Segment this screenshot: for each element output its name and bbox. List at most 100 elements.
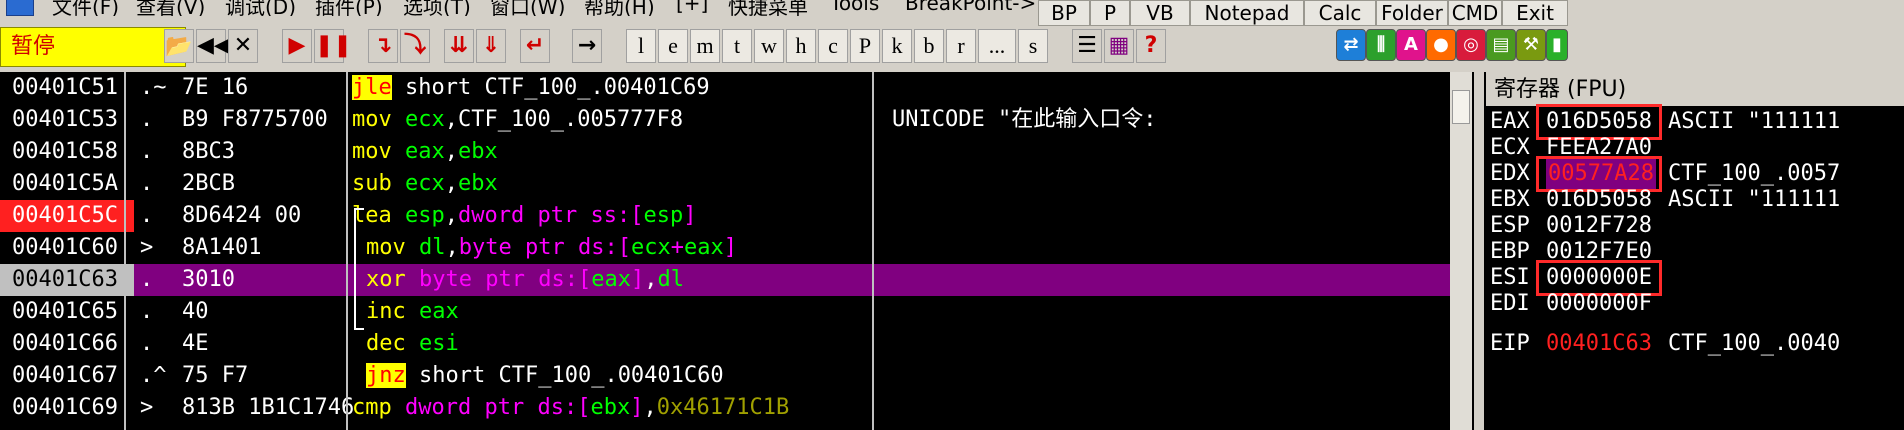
menu-plus[interactable]: [+] xyxy=(676,0,708,15)
menu-shortcut[interactable]: 快捷菜单 xyxy=(728,0,808,16)
p-button[interactable]: P xyxy=(1090,0,1130,26)
list-icon[interactable]: ☰ xyxy=(1072,29,1102,63)
disasm-instruction[interactable]: dec esi xyxy=(366,328,459,360)
disasm-instruction[interactable]: jnz short CTF_100_.00401C60 xyxy=(366,360,724,392)
notepad-button[interactable]: Notepad xyxy=(1190,0,1304,26)
menu-breakpoint[interactable]: BreakPoint-> xyxy=(905,0,1036,15)
disasm-address[interactable]: 00401C63 xyxy=(0,264,134,296)
references-button[interactable]: r xyxy=(946,29,976,63)
disasm-row[interactable]: 00401C66. 4E dec esi xyxy=(0,328,1470,360)
rewind-icon[interactable]: ◀◀ xyxy=(196,29,231,63)
disasm-row[interactable]: 00401C65. 40 inc eax xyxy=(0,296,1470,328)
disasm-instruction[interactable]: jle short CTF_100_.00401C69 xyxy=(352,72,710,104)
disasm-address[interactable]: 00401C51 xyxy=(4,72,152,104)
disasm-row[interactable]: 00401C51 .~ 7E 16 jle short CTF_100_.00401C… xyxy=(0,72,1470,104)
disasm-row[interactable]: 00401C58. 8BC3 mov eax,ebx xyxy=(0,136,1470,168)
chip-icon[interactable]: ▤ xyxy=(1486,29,1516,61)
log-window-button[interactable]: l xyxy=(626,29,656,63)
disasm-address[interactable]: 00401C67 xyxy=(4,360,152,392)
disasm-address[interactable]: 00401C60 xyxy=(4,232,152,264)
disasm-row[interactable]: 00401C5A. 2BCB sub ecx,ebx xyxy=(0,168,1470,200)
disasm-row[interactable]: 00401C5C. 8D6424 00 lea esp,dword ptr ss:[… xyxy=(0,200,1470,232)
goto-icon[interactable]: → xyxy=(572,29,602,63)
disasm-row[interactable]: 00401C53. B9 F8775700 mov ecx,CTF_100_.005… xyxy=(0,104,1470,136)
scrollbar-thumb[interactable] xyxy=(1452,90,1470,124)
registers-pane[interactable]: 寄存器 (FPU) EAX 016D5058 ASCII "111111 ECX FEE… xyxy=(1486,72,1904,430)
refresh-icon[interactable]: ⇄ xyxy=(1336,29,1366,61)
call-stack-button[interactable]: k xyxy=(882,29,912,63)
disasm-address[interactable]: 00401C69 xyxy=(4,392,152,424)
menu-options[interactable]: 选项(T) xyxy=(403,0,471,16)
app-icon[interactable] xyxy=(6,0,34,16)
disasm-instruction[interactable]: inc eax xyxy=(366,296,459,328)
bp-button[interactable]: BP xyxy=(1038,0,1090,26)
disasm-instruction[interactable]: sub ecx,ebx xyxy=(352,168,498,200)
menu-debug[interactable]: 调试(D) xyxy=(225,0,296,16)
disasm-address[interactable]: 00401C53 xyxy=(4,104,152,136)
target-icon[interactable]: ◎ xyxy=(1456,29,1486,61)
register-name: EDI xyxy=(1490,291,1530,316)
register-value[interactable]: 00401C63 xyxy=(1546,328,1652,360)
disasm-row[interactable]: 00401C60 >8A1401 mov dl,byte ptr ds:[ecx+e… xyxy=(0,232,1470,264)
open-folder-icon[interactable]: 📂 xyxy=(164,29,194,63)
step-over-icon[interactable]: ⤵ xyxy=(400,29,430,63)
cpu-button[interactable]: c xyxy=(818,29,848,63)
disasm-instruction[interactable]: cmp dword ptr ds:[ebx],0x46171C1B xyxy=(352,392,789,424)
threads-button[interactable]: t xyxy=(722,29,752,63)
memory-map-button[interactable]: m xyxy=(690,29,720,63)
disasm-address[interactable]: 00401C65 xyxy=(4,296,152,328)
a-icon[interactable]: A xyxy=(1396,29,1426,61)
pause-icon[interactable]: ❚❚ xyxy=(314,29,352,63)
trace-over-icon[interactable]: ⇓ xyxy=(476,29,506,63)
disasm-address[interactable]: 00401C5A xyxy=(4,168,152,200)
run-trace-button[interactable]: ... xyxy=(978,29,1016,63)
disasm-instruction[interactable]: mov ecx,CTF_100_.005777F8 xyxy=(352,104,683,136)
menu-help[interactable]: 帮助(H) xyxy=(584,0,655,16)
pane-splitter[interactable] xyxy=(1474,72,1484,430)
bars-icon[interactable]: ⫼ xyxy=(1366,29,1396,61)
vb-button[interactable]: VB xyxy=(1130,0,1190,26)
executable-modules-button[interactable]: e xyxy=(658,29,688,63)
disasm-hex: 40 xyxy=(182,299,209,324)
cmd-button[interactable]: CMD xyxy=(1448,0,1502,26)
disasm-address[interactable]: 00401C58 xyxy=(4,136,152,168)
disasm-address[interactable]: 00401C5C xyxy=(0,200,134,232)
step-into-icon[interactable]: ↴ xyxy=(368,29,398,63)
exit-button[interactable]: Exit xyxy=(1502,0,1568,26)
menu-view[interactable]: 查看(V) xyxy=(136,0,205,16)
source-button[interactable]: s xyxy=(1018,29,1048,63)
trace-into-icon[interactable]: ⇊ xyxy=(444,29,474,63)
folder-button[interactable]: Folder xyxy=(1376,0,1448,26)
execute-till-return-icon[interactable]: ↵ xyxy=(520,29,550,63)
help-icon[interactable]: ? xyxy=(1136,29,1166,63)
disasm-mnemonic: xor xyxy=(366,267,406,292)
menu-tools[interactable]: Tools xyxy=(830,0,879,15)
disasm-row[interactable]: 00401C67 .^ 75 F7 jnz short CTF_100_.00401C… xyxy=(0,360,1470,392)
disassembly-pane[interactable]: 00401C51 .~ 7E 16 jle short CTF_100_.00401C… xyxy=(0,72,1470,430)
disasm-instruction[interactable]: mov dl,byte ptr ds:[ecx+eax] xyxy=(366,232,737,264)
disasm-row[interactable]: 00401C69 >813B 1B1C1746 cmp dword ptr ds:[… xyxy=(0,392,1470,424)
handles-button[interactable]: h xyxy=(786,29,816,63)
register-value[interactable]: 0000000F xyxy=(1546,288,1652,320)
disasm-row[interactable]: 00401C63. 3010 xor byte ptr ds:[eax],dl xyxy=(0,264,1470,296)
tools-icon[interactable]: ⚒ xyxy=(1516,29,1546,61)
disassembly-scrollbar[interactable] xyxy=(1450,72,1472,430)
register-comment: ASCII "111111 xyxy=(1668,187,1841,212)
panel-icon[interactable]: ▮ xyxy=(1546,29,1568,61)
patches-button[interactable]: P xyxy=(850,29,880,63)
close-icon[interactable]: ✕ xyxy=(228,29,258,63)
windows-button[interactable]: w xyxy=(754,29,784,63)
disasm-instruction[interactable]: xor byte ptr ds:[eax],dl xyxy=(366,264,684,296)
breakpoints-button[interactable]: b xyxy=(914,29,944,63)
grid-icon[interactable]: ▦ xyxy=(1104,29,1134,63)
menu-window[interactable]: 窗口(W) xyxy=(490,0,565,16)
menu-plugins[interactable]: 插件(P) xyxy=(315,0,383,16)
disasm-address[interactable]: 00401C66 xyxy=(4,328,152,360)
record-icon[interactable]: ● xyxy=(1426,29,1456,61)
menu-file[interactable]: 文件(F) xyxy=(52,0,119,16)
run-icon[interactable]: ▶ xyxy=(282,29,312,63)
disasm-instruction[interactable]: lea esp,dword ptr ss:[esp] xyxy=(352,200,696,232)
disasm-hex: 8BC3 xyxy=(182,139,235,164)
disasm-instruction[interactable]: mov eax,ebx xyxy=(352,136,498,168)
calc-button[interactable]: Calc xyxy=(1304,0,1376,26)
